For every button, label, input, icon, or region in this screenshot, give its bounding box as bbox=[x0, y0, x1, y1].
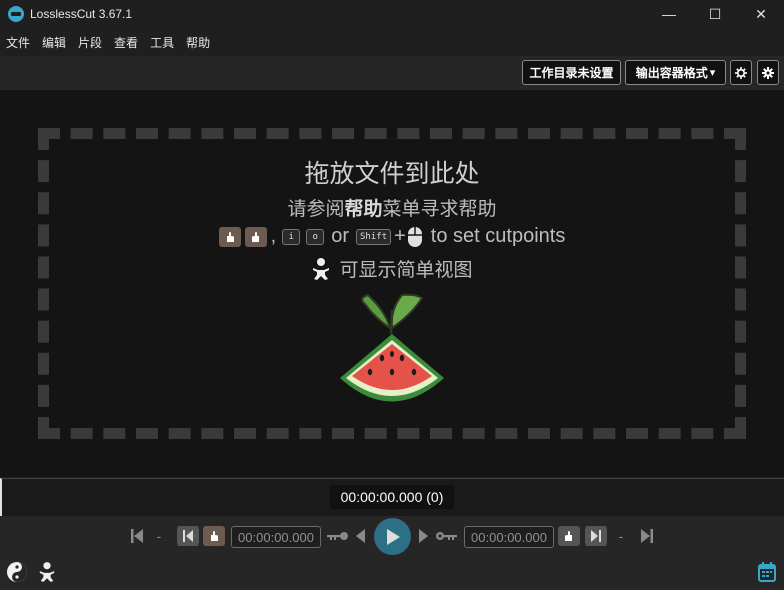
jump-cut-start-button[interactable] bbox=[177, 526, 199, 546]
jump-end-button[interactable] bbox=[640, 528, 654, 544]
simple-view-hint: 可显示简单视图 bbox=[0, 255, 784, 282]
cutpoint-hint: , i o or Shift + to set cutpoints bbox=[0, 225, 784, 248]
next-frame-button[interactable] bbox=[417, 528, 429, 544]
play-icon bbox=[386, 528, 400, 545]
working-directory-button[interactable]: 工作目录未设置 bbox=[522, 60, 621, 85]
yin-yang-icon bbox=[7, 562, 27, 582]
cutpoint-suffix: to set cutpoints bbox=[430, 225, 566, 247]
cutpoint-plus: + bbox=[394, 225, 406, 247]
prev-frame-button[interactable] bbox=[354, 528, 366, 544]
simple-mode-button[interactable] bbox=[36, 560, 58, 584]
left-dash: - bbox=[156, 528, 162, 544]
hand-cut-end-icon bbox=[244, 226, 267, 247]
current-timecode[interactable]: 00:00:00.000 (0) bbox=[330, 485, 454, 509]
hand-cut-start-icon bbox=[218, 226, 241, 247]
set-cut-end-button[interactable] bbox=[558, 526, 580, 546]
output-format-select[interactable]: 输出容器格式 ▾ bbox=[625, 60, 726, 85]
key-end-icon bbox=[434, 528, 458, 544]
gear-icon bbox=[735, 66, 747, 79]
baby-icon bbox=[39, 562, 55, 582]
maximize-button[interactable]: ☐ bbox=[692, 0, 738, 28]
simple-view-text: 可显示简单视图 bbox=[339, 260, 473, 281]
app-window: LosslessCut 3.67.1 — ☐ ✕ 文件 编辑 片段 查看 工具 … bbox=[0, 0, 784, 590]
drop-files-heading: 拖放文件到此处 bbox=[304, 160, 480, 188]
help-menu-link[interactable]: 帮助 bbox=[344, 199, 382, 220]
minimize-button[interactable]: — bbox=[646, 0, 692, 28]
skip-to-end-icon bbox=[641, 529, 653, 543]
app-logo-icon bbox=[8, 6, 24, 22]
key-shift: Shift bbox=[356, 228, 392, 245]
settings-gear-icon bbox=[762, 66, 774, 79]
help-hint: 请参阅帮助菜单寻求帮助 bbox=[0, 194, 784, 221]
window-title: LosslessCut 3.67.1 bbox=[30, 7, 133, 21]
output-format-label: 输出容器格式 bbox=[635, 66, 708, 80]
skip-to-cut-end-icon bbox=[591, 530, 601, 542]
theme-toggle-button[interactable] bbox=[5, 560, 29, 584]
close-button[interactable]: ✕ bbox=[738, 0, 784, 28]
segments-list-button[interactable] bbox=[756, 560, 778, 584]
cut-start-time-input[interactable]: 00:00:00.000 bbox=[231, 526, 321, 548]
mouse-icon bbox=[407, 226, 422, 247]
working-directory-label: 工作目录未设置 bbox=[529, 66, 614, 80]
menu-tools[interactable]: 工具 bbox=[150, 34, 174, 51]
key-start-icon bbox=[326, 528, 350, 544]
menu-file[interactable]: 文件 bbox=[6, 34, 30, 51]
settings-button[interactable] bbox=[757, 60, 779, 85]
baby-icon bbox=[313, 257, 330, 280]
skip-to-cut-start-icon bbox=[183, 530, 193, 542]
export-settings-button[interactable] bbox=[730, 60, 752, 85]
caret-right-icon bbox=[418, 529, 428, 543]
cutpoint-sep: , bbox=[270, 225, 277, 247]
cutpoint-or: or bbox=[331, 225, 350, 247]
menu-segments[interactable]: 片段 bbox=[78, 34, 102, 51]
right-dash: - bbox=[618, 528, 624, 544]
set-cut-start-button[interactable] bbox=[203, 526, 225, 546]
menu-view[interactable]: 查看 bbox=[114, 34, 138, 51]
key-i: i bbox=[282, 228, 301, 245]
window-controls: — ☐ ✕ bbox=[646, 0, 784, 28]
menu-help[interactable]: 帮助 bbox=[186, 34, 210, 51]
hand-pointer-icon bbox=[565, 531, 572, 541]
chevron-down-icon: ▾ bbox=[709, 67, 716, 79]
title-bar: LosslessCut 3.67.1 — ☐ ✕ bbox=[0, 0, 784, 28]
menu-bar: 文件 编辑 片段 查看 工具 帮助 bbox=[0, 30, 222, 54]
calendar-icon bbox=[758, 562, 776, 582]
jump-start-button[interactable] bbox=[130, 528, 144, 544]
hand-pointer-icon bbox=[211, 531, 218, 541]
skip-to-start-icon bbox=[131, 529, 143, 543]
cut-end-time-input[interactable]: 00:00:00.000 bbox=[464, 526, 554, 548]
help-hint-prefix: 请参阅 bbox=[287, 199, 345, 220]
play-button[interactable] bbox=[374, 518, 411, 555]
key-o: o bbox=[306, 228, 325, 245]
caret-left-icon bbox=[355, 529, 365, 543]
help-hint-suffix: 菜单寻求帮助 bbox=[382, 199, 497, 220]
jump-cut-end-button[interactable] bbox=[585, 526, 607, 546]
menu-edit[interactable]: 编辑 bbox=[42, 34, 66, 51]
watermelon-logo bbox=[340, 293, 444, 402]
